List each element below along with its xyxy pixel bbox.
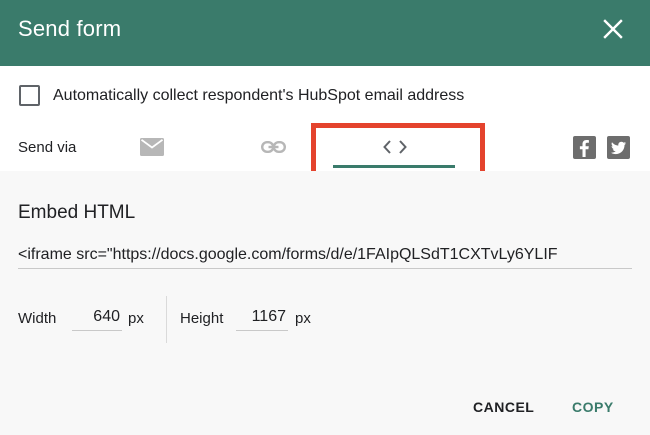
facebook-icon xyxy=(579,140,589,157)
selected-tab-indicator xyxy=(333,165,455,168)
collect-email-label: Automatically collect respondent's HubSp… xyxy=(53,87,465,104)
embed-code-field[interactable] xyxy=(18,241,632,269)
embed-html-title: Embed HTML xyxy=(18,202,136,223)
cancel-button[interactable]: CANCEL xyxy=(473,399,534,415)
collect-email-checkbox[interactable] xyxy=(19,85,40,106)
close-button[interactable] xyxy=(596,12,630,46)
height-unit: px xyxy=(295,310,311,327)
send-via-link-tab[interactable] xyxy=(261,138,287,156)
width-unit: px xyxy=(128,310,144,327)
width-label: Width xyxy=(18,310,57,327)
email-icon xyxy=(140,138,164,156)
dimension-divider xyxy=(166,296,167,343)
width-input[interactable] xyxy=(72,304,122,331)
dialog-header: Send form xyxy=(0,0,650,66)
dialog-title: Send form xyxy=(18,16,122,41)
send-via-email-tab[interactable] xyxy=(140,138,164,156)
copy-button[interactable]: COPY xyxy=(572,399,614,415)
send-form-dialog: Send form Automatically collect responde… xyxy=(0,0,650,435)
send-via-label: Send via xyxy=(18,139,77,156)
close-icon xyxy=(603,19,623,39)
link-icon xyxy=(261,140,287,154)
embed-code-icon xyxy=(383,140,407,154)
height-label: Height xyxy=(180,310,224,327)
embed-content-panel: Embed HTML Width px Height px CANCEL COP… xyxy=(0,171,650,435)
height-input[interactable] xyxy=(236,304,288,331)
share-facebook-button[interactable] xyxy=(573,136,596,159)
twitter-icon xyxy=(611,141,626,155)
share-twitter-button[interactable] xyxy=(607,136,630,159)
